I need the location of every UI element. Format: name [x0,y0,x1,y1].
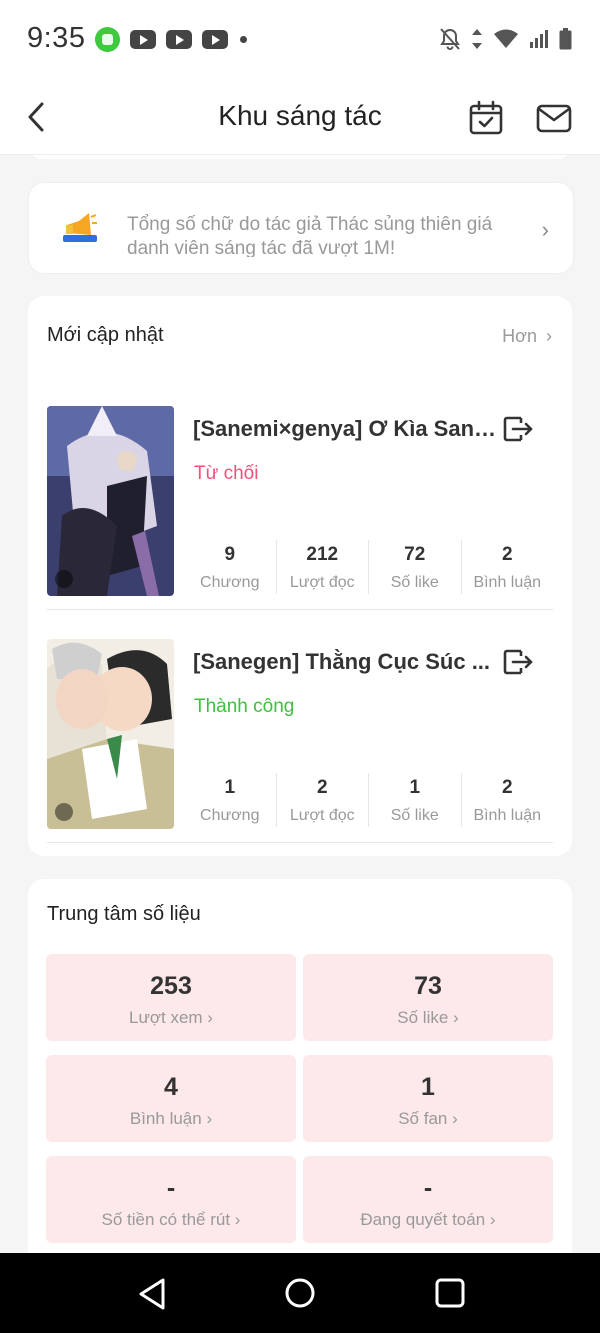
bell-off-icon [440,28,460,50]
mail-icon[interactable] [535,100,573,136]
page-title: Khu sáng tác [218,100,382,131]
book-badge-icon [55,803,73,821]
stat-likes: 1 Số like [369,773,462,827]
stat-label: Số like [390,807,439,824]
chevron-right-icon: › [206,1109,213,1128]
work-title: [Sanegen] Thằng Cục Súc ... [193,649,491,674]
stat-value: 212 [306,544,339,565]
tile-value: 73 [414,972,442,1000]
more-link[interactable]: Hơn › [502,326,552,347]
stat-value: 2 [501,777,513,798]
work-stats: 1 Chương 2 Lượt đọc 1 Số like 2 Bình luậ… [184,773,553,827]
stat-tile-views[interactable]: 253 Lượt xem › [46,954,296,1041]
stat-label: Lượt đọc [289,807,355,824]
data-arrows-icon [472,29,482,49]
megaphone-icon [63,213,97,242]
tile-value: 4 [164,1073,178,1101]
chevron-right-icon: › [541,217,549,242]
status-system-icons [439,27,572,51]
tile-label: Bình luận › [129,1109,213,1128]
stat-value: 2 [501,544,513,565]
tile-value: - [423,1174,433,1202]
work-title: [Sanemi×genya] Ơ Kìa Sane... [193,416,498,441]
stat-tile-comments[interactable]: 4 Bình luận › [46,1055,296,1142]
work-status: Từ chối [194,463,259,484]
book-badge-icon [55,570,73,588]
stat-label: Số like [390,574,439,591]
work-status: Thành công [194,696,295,717]
stat-label: Chương [200,807,260,824]
data-center-card: Trung tâm số liệu 253 Lượt xem › 73 Số l… [28,879,572,1253]
tile-label: Số tiền có thể rút › [101,1210,241,1229]
work-stats: 9 Chương 212 Lượt đọc 72 Số like 2 Bình … [184,540,553,594]
stat-value: 1 [224,777,236,798]
previous-card-edge [28,155,572,159]
stat-label: Bình luận [473,574,542,591]
wifi-icon [494,29,518,48]
stat-tile-fans[interactable]: 1 Số fan › [303,1055,553,1142]
system-nav-bar [0,1253,600,1333]
recent-updates-card: Mới cập nhật Hơn › [Sanemi×genya] Ơ Kìa … [28,296,572,856]
stat-value: 72 [404,544,426,565]
stat-chapters: 1 Chương [184,773,277,827]
chevron-right-icon: › [207,1008,213,1027]
section-title: Trung tâm số liệu [47,903,201,925]
nav-recents-icon[interactable] [434,1277,466,1309]
stat-chapters: 9 Chương [184,540,277,594]
nav-back-icon[interactable] [135,1276,169,1312]
work-cover-image[interactable] [47,639,174,829]
chevron-right-icon: › [452,1109,458,1128]
notice-text: Tổng số chữ do tác giả Thác sủng thiên g… [127,214,493,257]
work-cover-image[interactable] [47,406,174,596]
calendar-check-icon[interactable] [468,100,504,136]
stat-label: Chương [200,574,260,591]
signal-icon [530,30,548,48]
wechat-icon [95,27,120,52]
stat-label: Bình luận [473,807,542,824]
notice-banner[interactable]: Tổng số chữ do tác giả Thác sủng thiên g… [28,182,574,274]
stat-tile-withdrawable[interactable]: - Số tiền có thể rút › [46,1156,296,1243]
chevron-right-icon: › [546,326,552,346]
tile-value: 1 [421,1073,435,1101]
status-time: 9:35 [27,22,86,54]
more-label: Hơn [502,326,537,346]
cover-art [47,639,174,829]
work-item[interactable]: [Sanemi×genya] Ơ Kìa Sane... Từ chối 9 C… [47,406,553,610]
chevron-right-icon: › [234,1210,241,1229]
export-icon[interactable] [502,414,534,444]
stat-value: 1 [409,777,421,798]
battery-icon [559,28,572,50]
chevron-right-icon: › [453,1008,459,1027]
stat-likes: 72 Số like [369,540,462,594]
chevron-right-icon: › [489,1210,496,1229]
export-icon[interactable] [502,647,534,677]
tile-label: Số like › [397,1008,459,1027]
youtube-icon [202,30,228,49]
work-item[interactable]: [Sanegen] Thằng Cục Súc ... Thành công 1… [47,639,553,843]
section-title: Mới cập nhật [47,324,164,346]
stat-comments: 2 Bình luận [462,773,554,827]
nav-home-icon[interactable] [284,1277,316,1309]
status-bar: 9:35 [0,0,600,80]
status-notification-icons [95,27,247,52]
cover-art [47,406,174,596]
tile-label: Đang quyết toán › [360,1210,496,1229]
tile-value: 253 [150,972,192,1000]
tile-value: - [166,1174,176,1202]
youtube-icon [130,30,156,49]
app-header: Khu sáng tác [0,80,600,155]
stat-tile-settling[interactable]: - Đang quyết toán › [303,1156,553,1243]
youtube-icon [166,30,192,49]
tile-label: Số fan › [398,1109,458,1128]
stat-tile-likes[interactable]: 73 Số like › [303,954,553,1041]
stat-reads: 212 Lượt đọc [277,540,369,594]
stat-value: 9 [224,544,236,565]
tile-label: Lượt xem › [129,1008,213,1027]
stat-label: Lượt đọc [289,574,355,591]
stat-value: 2 [316,777,328,798]
dot-icon [240,36,247,43]
stat-reads: 2 Lượt đọc [277,773,369,827]
stat-comments: 2 Bình luận [462,540,554,594]
content-area[interactable]: Tổng số chữ do tác giả Thác sủng thiên g… [0,155,600,1253]
